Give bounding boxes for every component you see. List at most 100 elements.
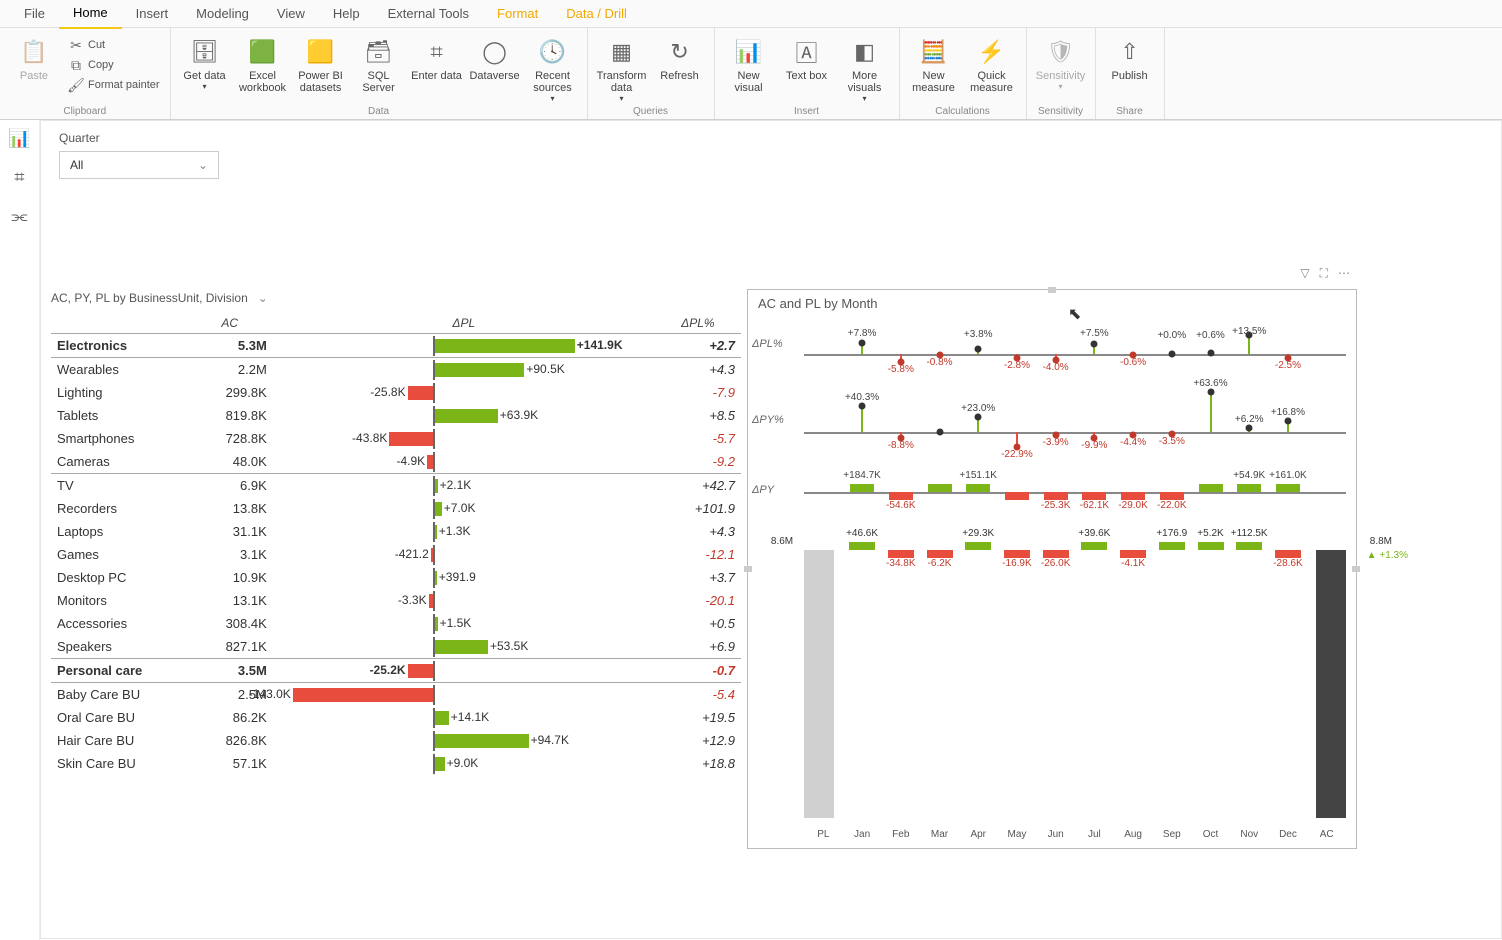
- tab-modeling[interactable]: Modeling: [182, 0, 263, 28]
- group-share-label: Share: [1104, 105, 1156, 119]
- row-ac: 728.8K: [187, 427, 273, 450]
- data-view-icon[interactable]: ⌗: [14, 167, 24, 188]
- shield-icon: 🛡: [1045, 36, 1077, 68]
- table-row[interactable]: TV 6.9K +2.1K +42.7: [51, 474, 741, 498]
- refresh-button[interactable]: ↻Refresh: [654, 32, 706, 82]
- slicer-value: All: [70, 158, 83, 172]
- more-options-icon[interactable]: ⋯: [1338, 266, 1350, 281]
- table-row[interactable]: Monitors 13.1K -3.3K -20.1: [51, 589, 741, 612]
- tab-file[interactable]: File: [10, 0, 59, 28]
- table-row[interactable]: Accessories 308.4K +1.5K +0.5: [51, 612, 741, 635]
- row-pct: -7.9: [655, 381, 741, 404]
- row-name: Tablets: [51, 404, 187, 427]
- x-axis: PLJanFebMarAprMayJunJulAugSepOctNovDecAC: [804, 829, 1346, 840]
- tab-insert[interactable]: Insert: [122, 0, 183, 28]
- tab-view[interactable]: View: [263, 0, 319, 28]
- table-row[interactable]: Desktop PC 10.9K +391.9 +3.7: [51, 566, 741, 589]
- cut-button[interactable]: ✂Cut: [66, 36, 162, 54]
- row-pct: +18.8: [655, 752, 741, 775]
- row-bar: +53.5K: [273, 635, 655, 659]
- transform-data-button[interactable]: ▦Transform data▾: [596, 32, 648, 103]
- report-canvas[interactable]: Quarter All ⌄ AC, PY, PL by BusinessUnit…: [40, 120, 1502, 939]
- sql-server-button[interactable]: 🗃SQL Server: [353, 32, 405, 94]
- row-pct: +4.3: [655, 520, 741, 543]
- tab-data-drill[interactable]: Data / Drill: [552, 0, 641, 28]
- row-bar: -4.9K: [273, 450, 655, 474]
- table-row[interactable]: Oral Care BU 86.2K +14.1K +19.5: [51, 706, 741, 729]
- dataverse-button[interactable]: ◯Dataverse: [469, 32, 521, 82]
- table-row[interactable]: Games 3.1K -421.2 -12.1: [51, 543, 741, 566]
- chart-title: AC and PL by Month: [748, 290, 1356, 317]
- filter-icon[interactable]: ▽: [1300, 266, 1309, 281]
- ac-label: 8.8M: [1370, 536, 1392, 547]
- selection-grip[interactable]: [744, 566, 752, 572]
- publish-button[interactable]: ⇧Publish: [1104, 32, 1156, 82]
- ac-bar: [1316, 550, 1346, 818]
- table-row[interactable]: Personal care 3.5M -25.2K -0.7: [51, 659, 741, 683]
- selection-grip[interactable]: [1352, 566, 1360, 572]
- quick-measure-button[interactable]: ⚡Quick measure: [966, 32, 1018, 94]
- new-visual-button[interactable]: 📊New visual: [723, 32, 775, 94]
- table-row[interactable]: Wearables 2.2M +90.5K +4.3: [51, 358, 741, 382]
- tab-format[interactable]: Format: [483, 0, 552, 28]
- x-tick: Oct: [1191, 829, 1230, 840]
- row-name: Recorders: [51, 497, 187, 520]
- textbox-icon: 🄰: [791, 36, 823, 68]
- quarter-slicer[interactable]: Quarter All ⌄: [59, 131, 219, 179]
- format-painter-button[interactable]: 🖌Format painter: [66, 76, 162, 94]
- tab-external-tools[interactable]: External Tools: [374, 0, 483, 28]
- table-row[interactable]: Skin Care BU 57.1K +9.0K +18.8: [51, 752, 741, 775]
- row-pct: -9.2: [655, 450, 741, 474]
- tab-home[interactable]: Home: [59, 0, 122, 29]
- group-data-label: Data: [179, 105, 579, 119]
- report-view-icon[interactable]: 📊: [8, 128, 30, 149]
- powerbi-datasets-button[interactable]: 🟨Power BI datasets: [295, 32, 347, 94]
- recent-sources-button[interactable]: 🕓Recent sources▾: [527, 32, 579, 103]
- table-row[interactable]: Hair Care BU 826.8K +94.7K +12.9: [51, 729, 741, 752]
- more-visuals-button[interactable]: ◧More visuals▾: [839, 32, 891, 103]
- get-data-button[interactable]: 🗄Get data▾: [179, 32, 231, 91]
- focus-mode-icon[interactable]: ⛶: [1320, 266, 1328, 281]
- group-sensitivity-label: Sensitivity: [1035, 105, 1087, 119]
- x-tick: Jan: [843, 829, 882, 840]
- month-chart-visual[interactable]: ▽ ⛶ ⋯ AC and PL by Month ⬉ ΔPL% +7.8% -5…: [747, 289, 1357, 849]
- clipboard-icon: 📋: [18, 36, 50, 68]
- table-row[interactable]: Speakers 827.1K +53.5K +6.9: [51, 635, 741, 659]
- row-bar: +141.9K: [273, 334, 655, 358]
- row-name: Oral Care BU: [51, 706, 187, 729]
- x-tick: May: [998, 829, 1037, 840]
- table-row[interactable]: Recorders 13.8K +7.0K +101.9: [51, 497, 741, 520]
- enter-data-button[interactable]: ⌗Enter data: [411, 32, 463, 82]
- row-bar: -143.0K: [273, 683, 655, 707]
- tab-help[interactable]: Help: [319, 0, 374, 28]
- table-row[interactable]: Smartphones 728.8K -43.8K -5.7: [51, 427, 741, 450]
- row-ac: 5.3M: [187, 334, 273, 358]
- table-row[interactable]: Tablets 819.8K +63.9K +8.5: [51, 404, 741, 427]
- table-row[interactable]: Cameras 48.0K -4.9K -9.2: [51, 450, 741, 474]
- new-measure-button[interactable]: 🧮New measure: [908, 32, 960, 94]
- row-name: Laptops: [51, 520, 187, 543]
- row-bar: +1.3K: [273, 520, 655, 543]
- slicer-dropdown[interactable]: All ⌄: [59, 151, 219, 179]
- row-pct: +6.9: [655, 635, 741, 659]
- matrix-visual[interactable]: AC, PY, PL by BusinessUnit, Division ⌄ A…: [51, 291, 741, 775]
- row-ac: 3.1K: [187, 543, 273, 566]
- table-row[interactable]: Laptops 31.1K +1.3K +4.3: [51, 520, 741, 543]
- row-bar: +94.7K: [273, 729, 655, 752]
- row-name: Smartphones: [51, 427, 187, 450]
- paste-button[interactable]: 📋 Paste: [8, 32, 60, 82]
- row-bar: -43.8K: [273, 427, 655, 450]
- text-box-button[interactable]: 🄰Text box: [781, 32, 833, 82]
- matrix-title: AC, PY, PL by BusinessUnit, Division: [51, 291, 248, 305]
- row-name: Hair Care BU: [51, 729, 187, 752]
- excel-workbook-button[interactable]: 🟩Excel workbook: [237, 32, 289, 94]
- chevron-down-icon[interactable]: ⌄: [258, 291, 268, 305]
- model-view-icon[interactable]: ⫘: [11, 206, 27, 227]
- table-row[interactable]: Electronics 5.3M +141.9K +2.7: [51, 334, 741, 358]
- copy-button[interactable]: ⧉Copy: [66, 56, 162, 74]
- row-bar: +391.9: [273, 566, 655, 589]
- sensitivity-button[interactable]: 🛡Sensitivity▾: [1035, 32, 1087, 91]
- table-row[interactable]: Lighting 299.8K -25.8K -7.9: [51, 381, 741, 404]
- table-row[interactable]: Baby Care BU 2.5M -143.0K -5.4: [51, 683, 741, 707]
- selection-grip[interactable]: [1048, 287, 1056, 293]
